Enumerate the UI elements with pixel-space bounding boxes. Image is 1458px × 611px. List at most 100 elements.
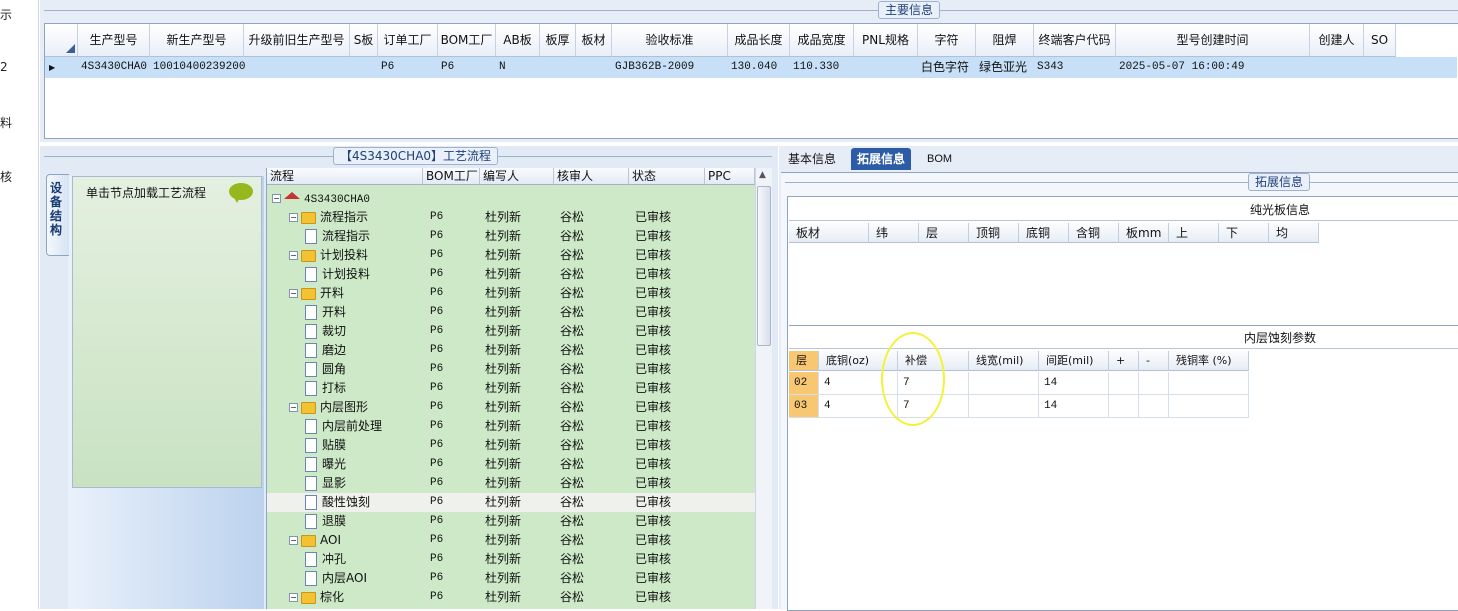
column-header[interactable]: PNL规格 [854, 24, 918, 57]
plain-board-column-header[interactable]: 板材 [789, 223, 869, 243]
tree-row[interactable]: 计划投料 P6 杜列新 谷松 已审核 [267, 265, 755, 284]
writer: 杜列新 [485, 590, 522, 604]
left-nav-item[interactable]: 核 [0, 168, 12, 185]
scroll-up-icon[interactable]: ▲ [759, 170, 766, 180]
column-header[interactable]: 验收标准 [612, 24, 728, 57]
etch-cell[interactable] [1169, 372, 1249, 395]
tree-row[interactable]: 开料 P6 杜列新 谷松 已审核 [267, 303, 755, 322]
plain-board-column-header[interactable]: 均 [1269, 223, 1319, 243]
tree-row[interactable]: 冲孔 P6 杜列新 谷松 已审核 [267, 550, 755, 569]
column-header[interactable]: 生产型号 [78, 24, 150, 57]
column-header[interactable]: 创建人 [1310, 24, 1364, 57]
tree-row[interactable]: − 计划投料 P6 杜列新 谷松 已审核 [267, 246, 755, 265]
collapse-icon[interactable]: − [289, 403, 298, 412]
tree-row[interactable]: 磨边 P6 杜列新 谷松 已审核 [267, 341, 755, 360]
writer: 杜列新 [485, 286, 522, 300]
tree-row[interactable]: 裁切 P6 杜列新 谷松 已审核 [267, 322, 755, 341]
collapse-icon[interactable]: − [289, 593, 298, 602]
bom-factory: P6 [430, 268, 444, 280]
tree-row[interactable]: 退膜 P6 杜列新 谷松 已审核 [267, 512, 755, 531]
collapse-icon[interactable]: − [272, 194, 281, 203]
tree-row[interactable]: − 流程指示 P6 杜列新 谷松 已审核 [267, 208, 755, 227]
plain-board-column-header[interactable]: 板mm [1119, 223, 1169, 243]
tree-node: − 流程指示 [289, 208, 368, 227]
etch-cell[interactable]: 14 [1039, 372, 1109, 395]
collapse-icon[interactable]: − [289, 289, 298, 298]
column-header[interactable]: S板 [350, 24, 378, 57]
left-nav-item[interactable]: 料 [0, 114, 12, 131]
tree-row[interactable]: 显影 P6 杜列新 谷松 已审核 [267, 474, 755, 493]
tree-row[interactable]: − AOI P6 杜列新 谷松 已审核 [267, 531, 755, 550]
column-header[interactable]: 成品宽度 [790, 24, 854, 57]
plain-board-column-header[interactable]: 底铜 [1019, 223, 1069, 243]
column-header[interactable]: 型号创建时间 [1116, 24, 1310, 57]
tree-row[interactable]: − 棕化 P6 杜列新 谷松 已审核 [267, 588, 755, 607]
etch-cell[interactable] [1169, 395, 1249, 418]
etch-cell[interactable] [1109, 372, 1139, 395]
column-header[interactable]: 阻焊 [976, 24, 1034, 57]
column-header[interactable]: 升级前旧生产型号 [244, 24, 350, 57]
left-nav-item[interactable]: 示 [0, 6, 12, 23]
plain-board-column-header[interactable]: 下 [1219, 223, 1269, 243]
column-header[interactable]: BOM工厂 [438, 24, 496, 57]
tree-row[interactable]: − 开料 P6 杜列新 谷松 已审核 [267, 284, 755, 303]
tree-column-header[interactable]: BOM工厂 [423, 168, 480, 185]
plain-board-column-header[interactable]: 层 [919, 223, 969, 243]
tree-row[interactable]: 圆角 P6 杜列新 谷松 已审核 [267, 360, 755, 379]
tree-column-header[interactable]: 状态 [629, 168, 705, 185]
tree-column-header[interactable]: 流程 [267, 168, 423, 185]
column-header[interactable]: SO [1364, 24, 1396, 57]
etch-column-header[interactable]: - [1139, 351, 1169, 371]
tree-root-label: − 4S3430CHA0 [272, 189, 370, 210]
table-row[interactable]: 4S3430CHA0 10010400239200 P6 P6 N GJB362B-200… [45, 57, 1457, 78]
tree-node-label: 内层AOI [322, 571, 367, 585]
tree-row[interactable]: 内层AOI P6 杜列新 谷松 已审核 [267, 569, 755, 588]
column-header[interactable]: 新生产型号 [150, 24, 244, 57]
plain-board-column-header[interactable]: 上 [1169, 223, 1219, 243]
column-header[interactable]: 成品长度 [728, 24, 790, 57]
etch-cell[interactable] [1109, 395, 1139, 418]
scrollbar-thumb[interactable] [757, 186, 771, 346]
collapse-icon[interactable]: − [289, 213, 298, 222]
tree-row[interactable]: 流程指示 P6 杜列新 谷松 已审核 [267, 227, 755, 246]
etch-column-header[interactable]: 残铜率 (%) [1169, 351, 1249, 371]
tree-column-header[interactable]: 编写人 [480, 168, 554, 185]
tree-root[interactable]: − 4S3430CHA0 [267, 189, 755, 208]
plain-board-column-header[interactable]: 含铜 [1069, 223, 1119, 243]
column-header[interactable]: AB板 [496, 24, 540, 57]
tree-row[interactable]: 酸性蚀刻 P6 杜列新 谷松 已审核 [267, 493, 755, 512]
etch-cell[interactable]: 14 [1039, 395, 1109, 418]
column-header[interactable]: 板厚 [540, 24, 576, 57]
column-header[interactable]: 订单工厂 [378, 24, 438, 57]
etch-column-header[interactable]: 线宽(mil) [969, 351, 1039, 371]
tree-column-header[interactable]: 核审人 [554, 168, 629, 185]
status: 已审核 [635, 571, 672, 585]
tab-2[interactable]: BOM [921, 148, 958, 170]
etch-column-header[interactable]: 间距(mil) [1039, 351, 1109, 371]
tree-row[interactable]: 打标 P6 杜列新 谷松 已审核 [267, 379, 755, 398]
tree-row[interactable]: 贴膜 P6 杜列新 谷松 已审核 [267, 436, 755, 455]
etch-column-header[interactable]: + [1109, 351, 1139, 371]
column-header[interactable]: 板材 [576, 24, 612, 57]
etch-column-header[interactable]: 层 [789, 351, 819, 371]
etch-cell[interactable] [1139, 372, 1169, 395]
collapse-icon[interactable]: − [289, 251, 298, 260]
etch-cell[interactable] [969, 395, 1039, 418]
tree-row[interactable]: 曝光 P6 杜列新 谷松 已审核 [267, 455, 755, 474]
etch-cell[interactable] [969, 372, 1039, 395]
left-nav-item[interactable]: 2 [0, 60, 8, 74]
column-header[interactable]: 终端客户代码 [1034, 24, 1116, 57]
tree-node-label: 酸性蚀刻 [322, 495, 371, 509]
column-header[interactable]: 字符 [918, 24, 976, 57]
etch-cell[interactable] [1139, 395, 1169, 418]
tree-row[interactable]: − 内层图形 P6 杜列新 谷松 已审核 [267, 398, 755, 417]
plain-board-column-header[interactable]: 纬 [869, 223, 919, 243]
tab-equipment-structure[interactable]: 设备结构 [46, 174, 69, 256]
plain-board-column-header[interactable]: 顶铜 [969, 223, 1019, 243]
tab-0[interactable]: 基本信息 [782, 148, 842, 170]
writer: 杜列新 [485, 248, 522, 262]
tree-column-header[interactable]: PPC [705, 168, 755, 185]
tab-1[interactable]: 拓展信息 [851, 148, 912, 170]
collapse-icon[interactable]: − [289, 536, 298, 545]
tree-row[interactable]: 内层前处理 P6 杜列新 谷松 已审核 [267, 417, 755, 436]
